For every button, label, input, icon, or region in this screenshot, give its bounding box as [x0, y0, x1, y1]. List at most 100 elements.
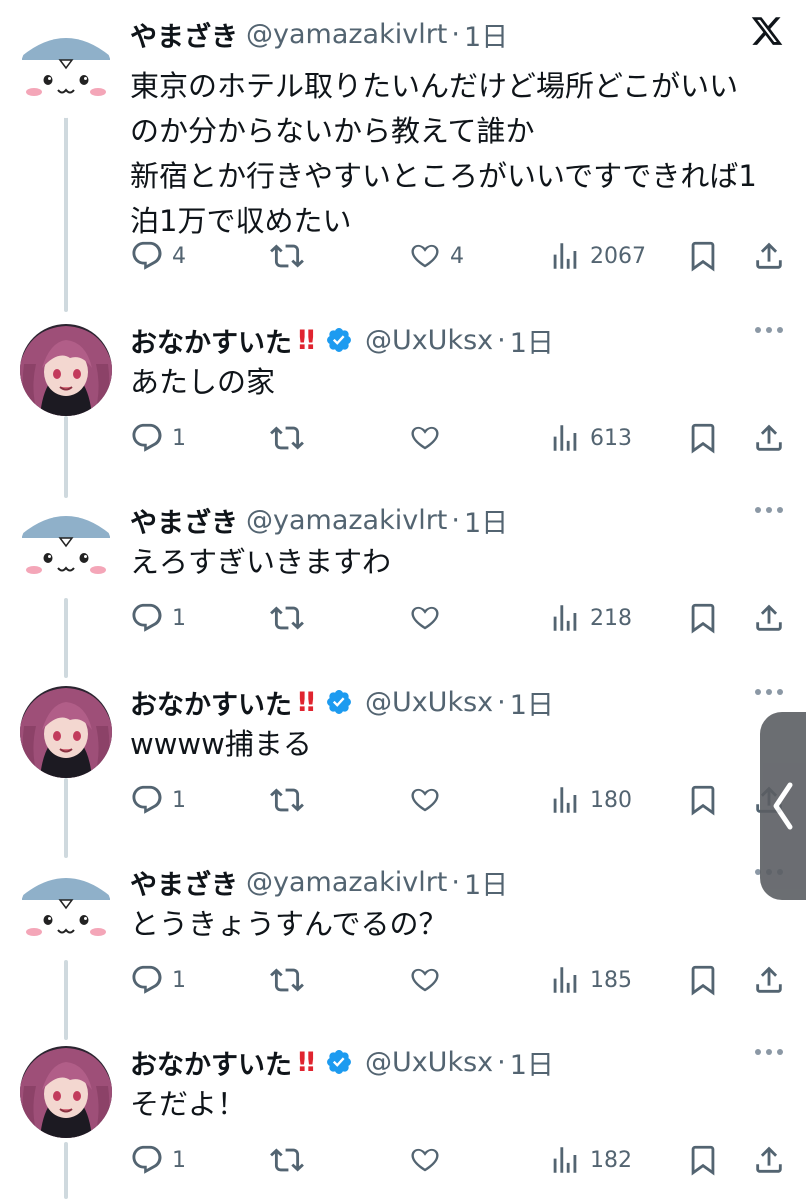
avatar[interactable] — [20, 26, 112, 118]
reply-button[interactable]: 1 — [130, 598, 186, 638]
bookmark-button[interactable] — [686, 418, 720, 458]
views-button[interactable]: 180 — [548, 780, 632, 820]
reply-count: 1 — [172, 425, 186, 451]
views-icon — [548, 963, 582, 997]
more-icon[interactable] — [754, 506, 784, 514]
bookmark-button[interactable] — [686, 960, 720, 1000]
reply-button[interactable]: 1 — [130, 960, 186, 1000]
thread-connector-line — [64, 1142, 68, 1199]
timestamp[interactable]: 1日 — [510, 321, 554, 360]
view-count: 180 — [590, 787, 632, 813]
author-name[interactable]: おなかすいた — [130, 683, 292, 722]
like-button[interactable] — [408, 780, 442, 820]
view-count: 218 — [590, 605, 632, 631]
retweet-button[interactable] — [270, 418, 304, 458]
view-count: 182 — [590, 1147, 632, 1173]
retweet-button[interactable] — [270, 598, 304, 638]
views-button[interactable]: 185 — [548, 960, 632, 1000]
thread-connector-line — [64, 112, 68, 312]
tweet-text: 東京のホテル取りたいんだけど場所どこがいい のか分からないから教えて誰か 新宿と… — [130, 69, 757, 238]
bookmark-icon — [686, 421, 720, 455]
like-button[interactable]: 4 — [408, 236, 464, 276]
timestamp[interactable]: 1日 — [510, 1043, 554, 1082]
avatar[interactable] — [20, 324, 112, 416]
author-handle[interactable]: @UxUksx — [365, 1047, 493, 1078]
author-handle[interactable]: @yamazakivlrt — [246, 505, 447, 536]
author-handle[interactable]: @yamazakivlrt — [246, 19, 447, 50]
tweet-thread: やまざき @yamazakivlrt · 1日 東京のホテル取りたいんだけど場所… — [0, 0, 806, 1199]
bookmark-button[interactable] — [686, 780, 720, 820]
bookmark-icon — [686, 783, 720, 817]
views-icon — [548, 783, 582, 817]
tweet-text: あたしの家 — [130, 365, 276, 399]
reply-button[interactable]: 1 — [130, 418, 186, 458]
like-button[interactable] — [408, 1140, 442, 1180]
separator-dot: · — [497, 324, 506, 356]
timestamp[interactable]: 1日 — [464, 501, 508, 540]
share-button[interactable] — [752, 960, 786, 1000]
like-icon — [408, 783, 442, 817]
author-name[interactable]: おなかすいた — [130, 321, 292, 360]
retweet-button[interactable] — [270, 960, 304, 1000]
more-icon[interactable] — [754, 326, 784, 334]
views-button[interactable]: 613 — [548, 418, 632, 458]
like-icon — [408, 421, 442, 455]
retweet-button[interactable] — [270, 236, 304, 276]
side-panel-handle[interactable] — [760, 712, 806, 900]
more-icon[interactable] — [754, 1048, 784, 1056]
share-button[interactable] — [752, 236, 786, 276]
retweet-button[interactable] — [270, 1140, 304, 1180]
retweet-button[interactable] — [270, 780, 304, 820]
author-handle[interactable]: @UxUksx — [365, 687, 493, 718]
author-handle[interactable]: @yamazakivlrt — [246, 867, 447, 898]
author-name[interactable]: やまざき — [130, 863, 238, 902]
like-button[interactable] — [408, 960, 442, 1000]
bookmark-icon — [686, 1143, 720, 1177]
share-button[interactable] — [752, 418, 786, 458]
bookmark-button[interactable] — [686, 236, 720, 276]
retweet-icon — [270, 783, 304, 817]
share-button[interactable] — [752, 598, 786, 638]
share-icon — [752, 239, 786, 273]
timestamp[interactable]: 1日 — [464, 15, 508, 54]
reply-icon — [130, 1143, 164, 1177]
share-icon — [752, 601, 786, 635]
author-name[interactable]: やまざき — [130, 501, 238, 540]
views-button[interactable]: 218 — [548, 598, 632, 638]
view-count: 2067 — [590, 243, 646, 269]
bookmark-button[interactable] — [686, 1140, 720, 1180]
retweet-icon — [270, 963, 304, 997]
reply-count: 1 — [172, 605, 186, 631]
double-exclamation-emoji: ‼ — [298, 1046, 315, 1078]
avatar[interactable] — [20, 686, 112, 778]
avatar[interactable] — [20, 866, 112, 958]
like-count: 4 — [450, 243, 464, 269]
action-bar: 1 185 — [130, 960, 790, 1000]
reply-button[interactable]: 4 — [130, 236, 186, 276]
avatar[interactable] — [20, 504, 112, 596]
author-handle[interactable]: @UxUksx — [365, 325, 493, 356]
author-name[interactable]: おなかすいた — [130, 1043, 292, 1082]
tweet-header: やまざき @yamazakivlrt · 1日 — [130, 498, 508, 542]
retweet-icon — [270, 421, 304, 455]
x-logo-icon[interactable] — [750, 14, 784, 48]
views-icon — [548, 1143, 582, 1177]
separator-dot: · — [497, 1046, 506, 1078]
avatar[interactable] — [20, 1046, 112, 1138]
action-bar: 1 218 — [130, 598, 790, 638]
more-icon[interactable] — [754, 688, 784, 696]
timestamp[interactable]: 1日 — [510, 683, 554, 722]
like-button[interactable] — [408, 418, 442, 458]
thread-connector-line — [64, 960, 68, 1040]
bookmark-button[interactable] — [686, 598, 720, 638]
reply-button[interactable]: 1 — [130, 780, 186, 820]
author-name[interactable]: やまざき — [130, 15, 238, 54]
share-button[interactable] — [752, 1140, 786, 1180]
reply-button[interactable]: 1 — [130, 1140, 186, 1180]
views-button[interactable]: 2067 — [548, 236, 646, 276]
tweet-text: そだよ！ — [130, 1087, 247, 1121]
like-button[interactable] — [408, 598, 442, 638]
timestamp[interactable]: 1日 — [464, 863, 508, 902]
views-button[interactable]: 182 — [548, 1140, 632, 1180]
reply-count: 1 — [172, 787, 186, 813]
